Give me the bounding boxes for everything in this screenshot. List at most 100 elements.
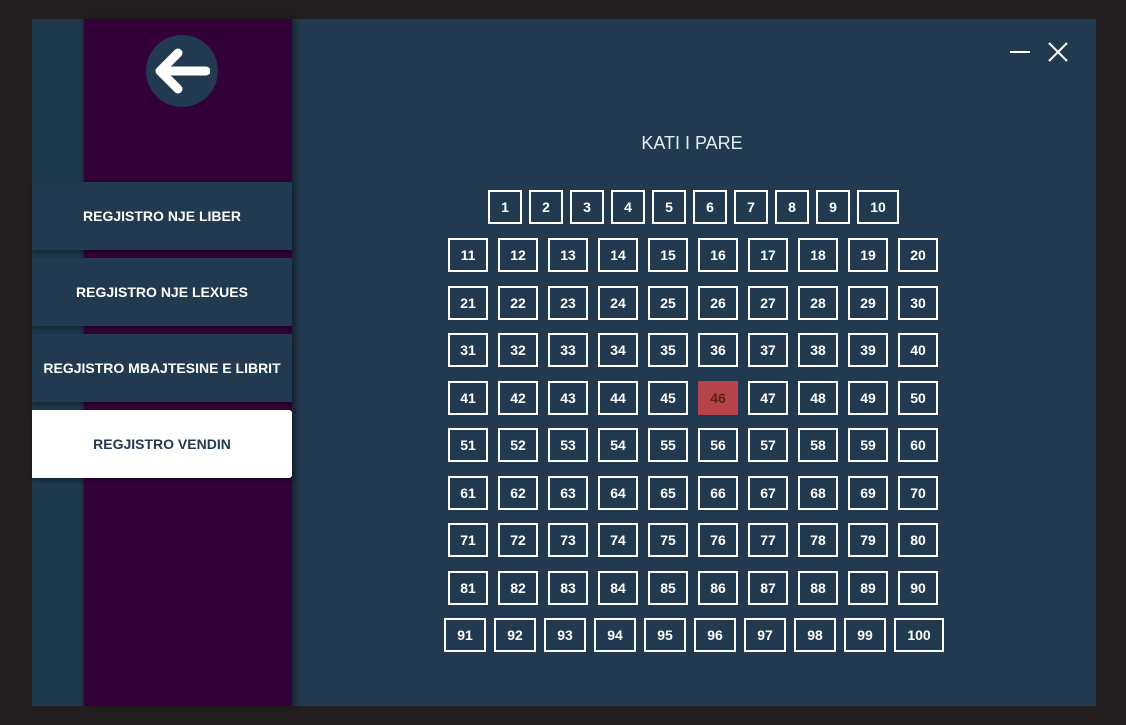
seat-62[interactable]: 62 [498, 475, 538, 510]
seat-19[interactable]: 19 [848, 238, 888, 272]
seat-53[interactable]: 53 [548, 428, 588, 462]
seat-23[interactable]: 23 [548, 285, 588, 320]
seat-67[interactable]: 67 [748, 475, 788, 510]
seat-52[interactable]: 52 [498, 428, 538, 462]
seat-59[interactable]: 59 [848, 428, 888, 462]
minimize-button[interactable] [1008, 40, 1032, 64]
seat-91[interactable]: 91 [444, 618, 486, 652]
seat-28[interactable]: 28 [798, 285, 838, 320]
seat-56[interactable]: 56 [698, 428, 738, 462]
seat-69[interactable]: 69 [848, 475, 888, 510]
nav-register-book-holding[interactable]: REGJISTRO MBAJTESINE E LIBRIT [32, 334, 292, 402]
seat-68[interactable]: 68 [798, 475, 838, 510]
seat-16[interactable]: 16 [698, 238, 738, 272]
seat-36[interactable]: 36 [698, 333, 738, 367]
seat-60[interactable]: 60 [898, 428, 938, 462]
seat-93[interactable]: 93 [544, 618, 586, 652]
seat-27[interactable]: 27 [748, 285, 788, 320]
seat-26[interactable]: 26 [698, 285, 738, 320]
seat-74[interactable]: 74 [598, 523, 638, 557]
seat-3[interactable]: 3 [570, 190, 604, 224]
seat-100[interactable]: 100 [894, 618, 944, 652]
seat-81[interactable]: 81 [448, 570, 488, 605]
seat-43[interactable]: 43 [548, 380, 588, 415]
seat-9[interactable]: 9 [816, 190, 850, 224]
seat-29[interactable]: 29 [848, 285, 888, 320]
seat-33[interactable]: 33 [548, 333, 588, 367]
seat-35[interactable]: 35 [648, 333, 688, 367]
seat-37[interactable]: 37 [748, 333, 788, 367]
seat-45[interactable]: 45 [648, 380, 688, 415]
seat-17[interactable]: 17 [748, 238, 788, 272]
seat-64[interactable]: 64 [598, 475, 638, 510]
seat-82[interactable]: 82 [498, 570, 538, 605]
seat-40[interactable]: 40 [898, 333, 938, 367]
seat-15[interactable]: 15 [648, 238, 688, 272]
seat-7[interactable]: 7 [734, 190, 768, 224]
seat-83[interactable]: 83 [548, 570, 588, 605]
nav-register-reader[interactable]: REGJISTRO NJE LEXUES [32, 258, 292, 326]
seat-10[interactable]: 10 [857, 190, 899, 224]
seat-21[interactable]: 21 [448, 285, 488, 320]
seat-87[interactable]: 87 [748, 570, 788, 605]
nav-register-book[interactable]: REGJISTRO NJE LIBER [32, 182, 292, 250]
seat-39[interactable]: 39 [848, 333, 888, 367]
seat-20[interactable]: 20 [898, 238, 938, 272]
nav-register-seat[interactable]: REGJISTRO VENDIN [32, 410, 292, 478]
seat-72[interactable]: 72 [498, 523, 538, 557]
back-button[interactable] [146, 35, 218, 107]
seat-88[interactable]: 88 [798, 570, 838, 605]
seat-54[interactable]: 54 [598, 428, 638, 462]
seat-86[interactable]: 86 [698, 570, 738, 605]
seat-79[interactable]: 79 [848, 523, 888, 557]
seat-48[interactable]: 48 [798, 380, 838, 415]
seat-95[interactable]: 95 [644, 618, 686, 652]
seat-94[interactable]: 94 [594, 618, 636, 652]
seat-6[interactable]: 6 [693, 190, 727, 224]
seat-78[interactable]: 78 [798, 523, 838, 557]
seat-58[interactable]: 58 [798, 428, 838, 462]
seat-77[interactable]: 77 [748, 523, 788, 557]
seat-96[interactable]: 96 [694, 618, 736, 652]
seat-8[interactable]: 8 [775, 190, 809, 224]
seat-12[interactable]: 12 [498, 238, 538, 272]
close-button[interactable] [1046, 40, 1070, 64]
seat-47[interactable]: 47 [748, 380, 788, 415]
seat-66[interactable]: 66 [698, 475, 738, 510]
seat-85[interactable]: 85 [648, 570, 688, 605]
seat-2[interactable]: 2 [529, 190, 563, 224]
seat-92[interactable]: 92 [494, 618, 536, 652]
seat-42[interactable]: 42 [498, 380, 538, 415]
seat-84[interactable]: 84 [598, 570, 638, 605]
seat-1[interactable]: 1 [488, 190, 522, 224]
seat-32[interactable]: 32 [498, 333, 538, 367]
seat-25[interactable]: 25 [648, 285, 688, 320]
seat-11[interactable]: 11 [448, 238, 488, 272]
seat-38[interactable]: 38 [798, 333, 838, 367]
seat-22[interactable]: 22 [498, 285, 538, 320]
seat-41[interactable]: 41 [448, 380, 488, 415]
seat-76[interactable]: 76 [698, 523, 738, 557]
seat-71[interactable]: 71 [448, 523, 488, 557]
seat-99[interactable]: 99 [844, 618, 886, 652]
seat-97[interactable]: 97 [744, 618, 786, 652]
seat-61[interactable]: 61 [448, 475, 488, 510]
seat-55[interactable]: 55 [648, 428, 688, 462]
seat-51[interactable]: 51 [448, 428, 488, 462]
seat-4[interactable]: 4 [611, 190, 645, 224]
seat-13[interactable]: 13 [548, 238, 588, 272]
seat-31[interactable]: 31 [448, 333, 488, 367]
seat-34[interactable]: 34 [598, 333, 638, 367]
seat-24[interactable]: 24 [598, 285, 638, 320]
seat-5[interactable]: 5 [652, 190, 686, 224]
seat-46[interactable]: 46 [698, 380, 738, 415]
seat-49[interactable]: 49 [848, 380, 888, 415]
seat-90[interactable]: 90 [898, 570, 938, 605]
seat-70[interactable]: 70 [898, 475, 938, 510]
seat-63[interactable]: 63 [548, 475, 588, 510]
seat-44[interactable]: 44 [598, 380, 638, 415]
seat-65[interactable]: 65 [648, 475, 688, 510]
seat-98[interactable]: 98 [794, 618, 836, 652]
seat-50[interactable]: 50 [898, 380, 938, 415]
seat-80[interactable]: 80 [898, 523, 938, 557]
